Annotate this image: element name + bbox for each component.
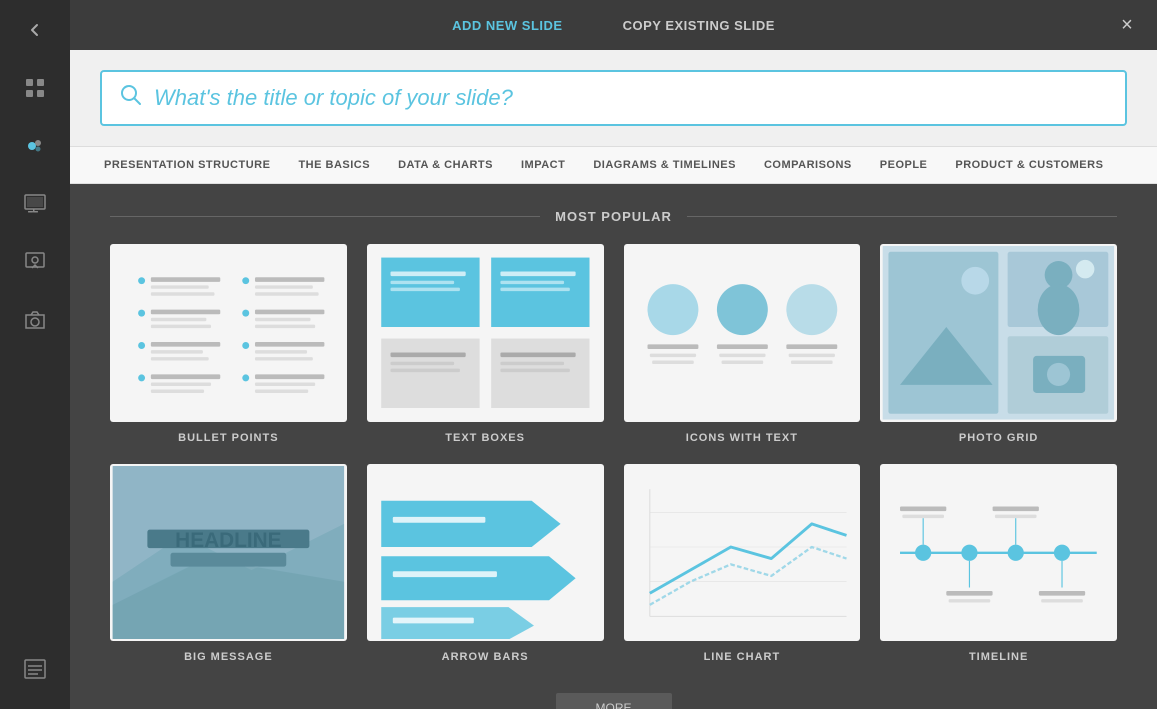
- category-the-basics[interactable]: THE BASICS: [284, 147, 384, 183]
- category-impact[interactable]: IMPACT: [507, 147, 579, 183]
- template-big-message[interactable]: HEADLINE BIG MESSAGE: [110, 464, 347, 664]
- search-box: [100, 70, 1127, 126]
- tab-add-new-slide[interactable]: ADD NEW SLIDE: [422, 0, 593, 50]
- category-data-charts[interactable]: DATA & CHARTS: [384, 147, 507, 183]
- sidebar-slides-icon[interactable]: [15, 184, 55, 224]
- template-thumbnail-line-chart: [624, 464, 861, 642]
- template-timeline[interactable]: TIMELINE: [880, 464, 1117, 664]
- template-label-timeline: TIMELINE: [969, 651, 1028, 663]
- template-icons-with-text[interactable]: ICONS WITH TEXT: [624, 244, 861, 444]
- template-label-text-boxes: TEXT BOXES: [445, 432, 525, 444]
- category-comparisons[interactable]: COMPARISONS: [750, 147, 866, 183]
- template-text-boxes[interactable]: TEXT BOXES: [367, 244, 604, 444]
- template-photo-grid[interactable]: PHOTO GRID: [880, 244, 1117, 444]
- template-label-arrow-bars: ARROW BARS: [442, 651, 529, 663]
- sidebar-dot-icon[interactable]: [15, 126, 55, 166]
- search-area: [70, 50, 1157, 147]
- template-thumbnail-arrow-bars: [367, 464, 604, 642]
- template-label-line-chart: LINE CHART: [704, 651, 781, 663]
- section-title: MOST POPULAR: [110, 209, 1117, 224]
- sidebar-back-icon[interactable]: [15, 10, 55, 50]
- category-people[interactable]: PEOPLE: [866, 147, 942, 183]
- category-diagrams-timelines[interactable]: DIAGRAMS & TIMELINES: [579, 147, 750, 183]
- template-thumbnail-icons-with-text: [624, 244, 861, 422]
- template-thumbnail-photo-grid: [880, 244, 1117, 422]
- template-label-big-message: BIG MESSAGE: [184, 651, 273, 663]
- sidebar-camera-icon[interactable]: [15, 300, 55, 340]
- templates-area: MOST POPULAR: [70, 184, 1157, 709]
- template-thumbnail-timeline: [880, 464, 1117, 642]
- header-tabs: ADD NEW SLIDE COPY EXISTING SLIDE: [422, 0, 805, 50]
- template-thumbnail-bullet-points: [110, 244, 347, 422]
- close-button[interactable]: ×: [1112, 10, 1142, 40]
- tab-copy-existing-slide[interactable]: COPY EXISTING SLIDE: [593, 0, 805, 50]
- templates-grid: BULLET POINTS: [110, 244, 1117, 663]
- search-input[interactable]: [154, 85, 1107, 111]
- category-presentation-structure[interactable]: PRESENTATION STRUCTURE: [90, 147, 284, 183]
- main-content: ADD NEW SLIDE COPY EXISTING SLIDE × PRES…: [70, 0, 1157, 709]
- category-nav: PRESENTATION STRUCTURE THE BASICS DATA &…: [70, 147, 1157, 184]
- sidebar-grid-icon[interactable]: [15, 68, 55, 108]
- bottom-bar: MORE: [110, 683, 1117, 709]
- template-thumbnail-big-message: HEADLINE: [110, 464, 347, 642]
- template-label-bullet-points: BULLET POINTS: [178, 432, 278, 444]
- sidebar: [0, 0, 70, 709]
- sidebar-list-icon[interactable]: [15, 649, 55, 689]
- template-line-chart[interactable]: LINE CHART: [624, 464, 861, 664]
- category-product-customers[interactable]: PRODUCT & CUSTOMERS: [941, 147, 1117, 183]
- more-button[interactable]: MORE: [556, 693, 672, 709]
- template-bullet-points[interactable]: BULLET POINTS: [110, 244, 347, 444]
- svg-text:HEADLINE: HEADLINE: [175, 529, 281, 552]
- template-arrow-bars[interactable]: ARROW BARS: [367, 464, 604, 664]
- header: ADD NEW SLIDE COPY EXISTING SLIDE ×: [70, 0, 1157, 50]
- search-icon: [120, 84, 142, 112]
- template-label-photo-grid: PHOTO GRID: [959, 432, 1038, 444]
- template-label-icons-with-text: ICONS WITH TEXT: [686, 432, 798, 444]
- template-thumbnail-text-boxes: [367, 244, 604, 422]
- sidebar-settings-icon[interactable]: [15, 242, 55, 282]
